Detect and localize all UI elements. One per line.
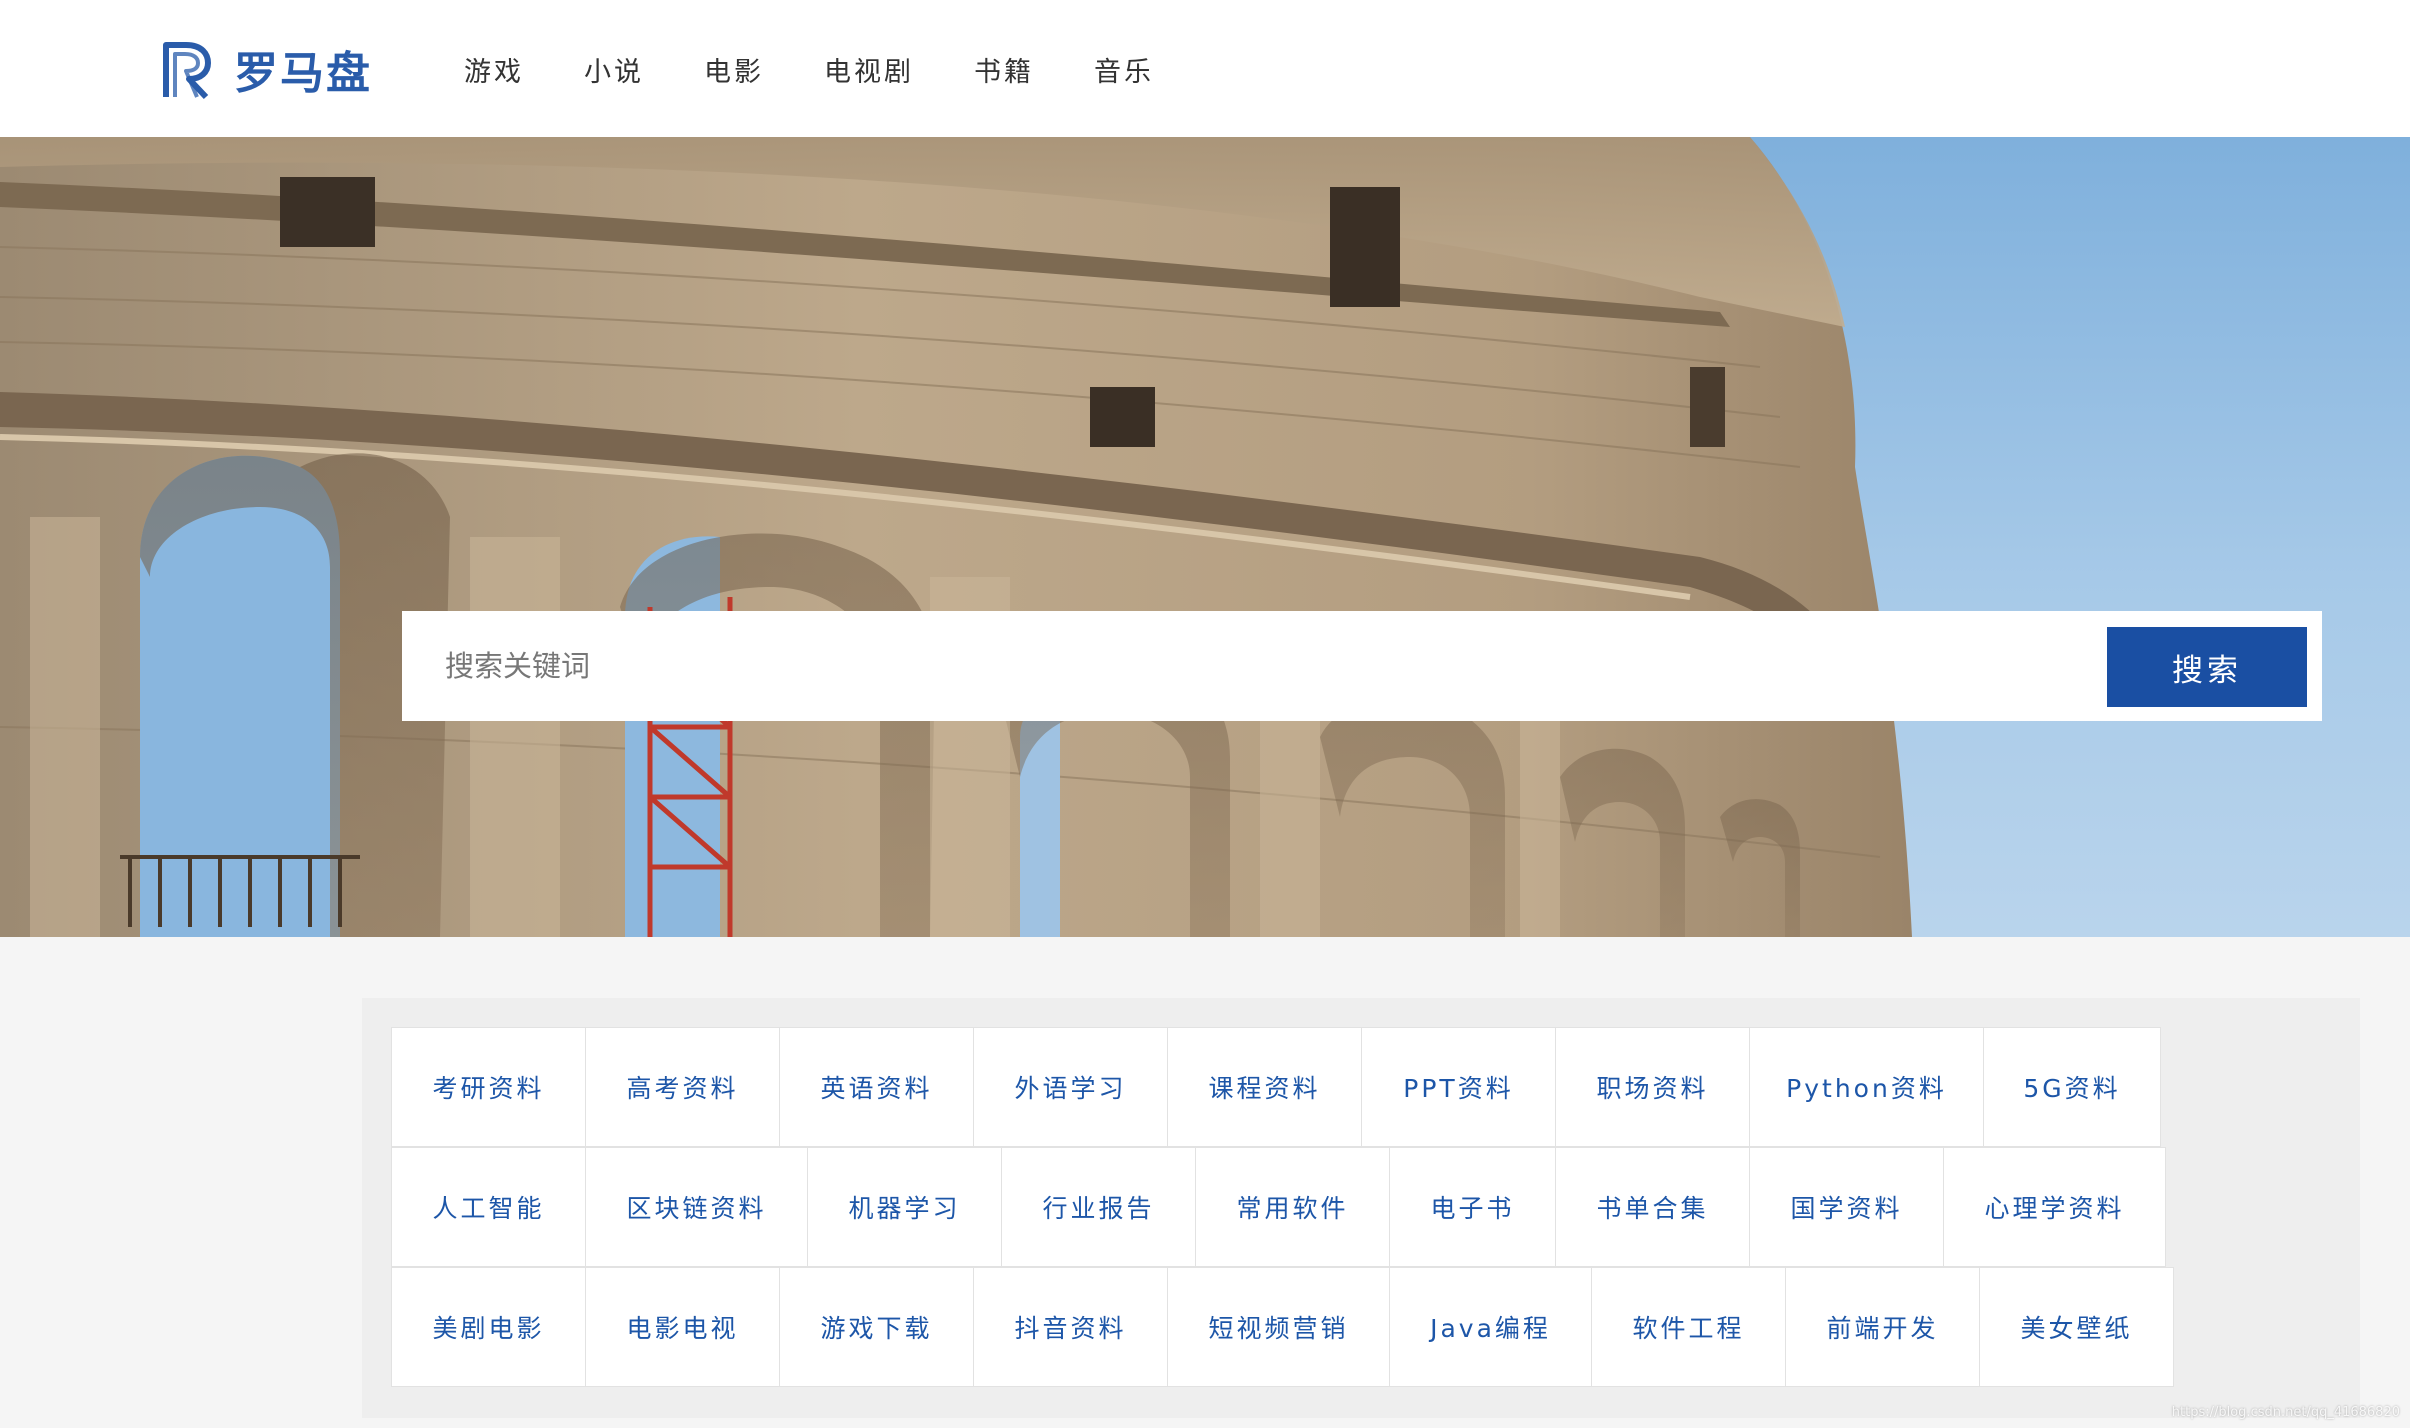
category-panel: 考研资料 高考资料 英语资料 外语学习 课程资料 PPT资料 职场资料 Pyth…: [362, 998, 2360, 1418]
category-short-video-marketing[interactable]: 短视频营销: [1167, 1267, 1390, 1387]
category-ai[interactable]: 人工智能: [391, 1147, 586, 1267]
category-ebooks[interactable]: 电子书: [1389, 1147, 1556, 1267]
nav-item-books[interactable]: 书籍: [974, 50, 1034, 89]
category-machine-learning[interactable]: 机器学习: [807, 1147, 1002, 1267]
category-row-2: 人工智能 区块链资料 机器学习 行业报告 常用软件 电子书 书单合集 国学资料 …: [391, 1147, 2166, 1267]
category-film-tv[interactable]: 电影电视: [585, 1267, 780, 1387]
hero-banner: 搜索: [0, 137, 2410, 937]
category-guoxue[interactable]: 国学资料: [1749, 1147, 1944, 1267]
category-english[interactable]: 英语资料: [779, 1027, 974, 1147]
category-courses[interactable]: 课程资料: [1167, 1027, 1362, 1147]
category-us-drama[interactable]: 美剧电影: [391, 1267, 586, 1387]
search-input[interactable]: [402, 611, 2092, 721]
category-booklists[interactable]: 书单合集: [1555, 1147, 1750, 1267]
category-ppt[interactable]: PPT资料: [1361, 1027, 1556, 1147]
search-bar: 搜索: [402, 611, 2322, 721]
site-name: 罗马盘: [234, 48, 372, 99]
site-logo[interactable]: 罗马盘: [160, 36, 372, 102]
category-blockchain[interactable]: 区块链资料: [585, 1147, 808, 1267]
category-5g[interactable]: 5G资料: [1983, 1027, 2161, 1147]
search-button[interactable]: 搜索: [2107, 627, 2307, 707]
category-psychology[interactable]: 心理学资料: [1943, 1147, 2166, 1267]
r-logo-icon: [163, 42, 211, 100]
nav-item-novels[interactable]: 小说: [584, 50, 644, 89]
nav-item-movies[interactable]: 电影: [704, 50, 764, 89]
category-row-1: 考研资料 高考资料 英语资料 外语学习 课程资料 PPT资料 职场资料 Pyth…: [391, 1027, 2161, 1147]
category-row-3: 美剧电影 电影电视 游戏下载 抖音资料 短视频营销 Java编程 软件工程 前端…: [391, 1267, 2174, 1387]
category-foreign-language[interactable]: 外语学习: [973, 1027, 1168, 1147]
watermark: https://blog.csdn.net/qq_41686820: [2171, 1405, 2400, 1420]
nav-item-games[interactable]: 游戏: [464, 50, 524, 89]
category-industry-reports[interactable]: 行业报告: [1001, 1147, 1196, 1267]
category-douyin[interactable]: 抖音资料: [973, 1267, 1168, 1387]
category-workplace[interactable]: 职场资料: [1555, 1027, 1750, 1147]
category-frontend[interactable]: 前端开发: [1785, 1267, 1980, 1387]
nav-item-tv-series[interactable]: 电视剧: [824, 50, 914, 89]
nav-item-music[interactable]: 音乐: [1094, 50, 1154, 89]
category-java[interactable]: Java编程: [1389, 1267, 1592, 1387]
category-software[interactable]: 常用软件: [1195, 1147, 1390, 1267]
main-nav: 游戏 小说 电影 电视剧 书籍 音乐: [464, 44, 1214, 94]
category-software-engineering[interactable]: 软件工程: [1591, 1267, 1786, 1387]
category-python[interactable]: Python资料: [1749, 1027, 1984, 1147]
category-game-downloads[interactable]: 游戏下载: [779, 1267, 974, 1387]
category-gaokao[interactable]: 高考资料: [585, 1027, 780, 1147]
site-header: 罗马盘 游戏 小说 电影 电视剧 书籍 音乐: [0, 0, 2410, 137]
category-kaoyan[interactable]: 考研资料: [391, 1027, 586, 1147]
colosseum-photo: [0, 137, 1912, 937]
category-wallpapers[interactable]: 美女壁纸: [1979, 1267, 2174, 1387]
